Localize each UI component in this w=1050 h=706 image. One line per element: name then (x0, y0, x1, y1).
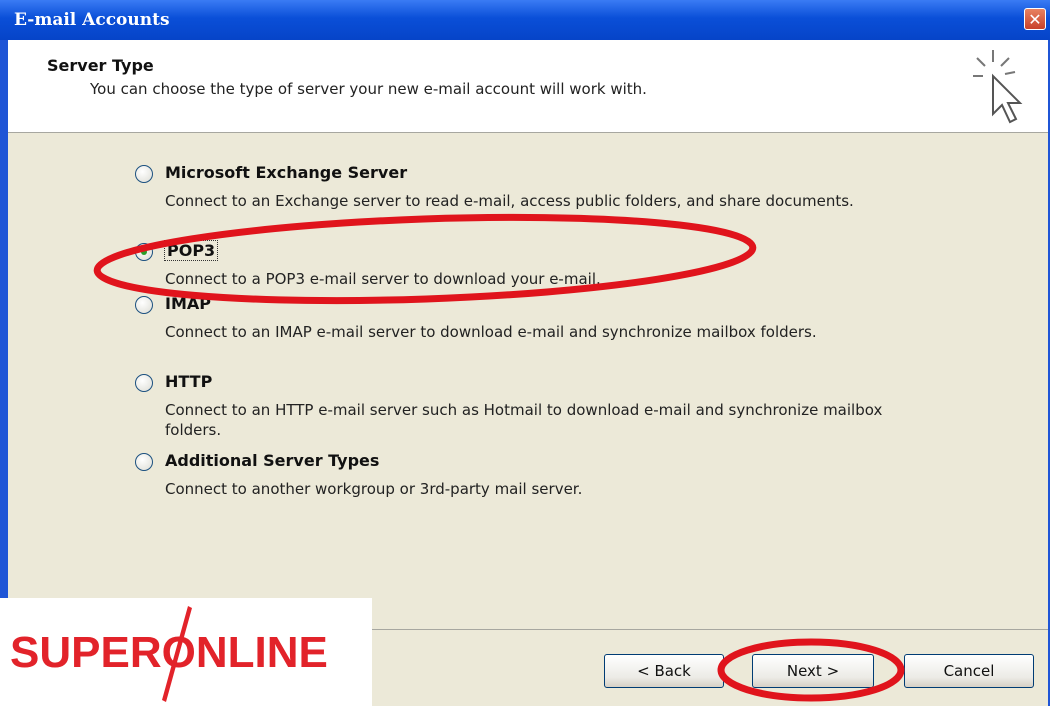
radio-exchange[interactable] (135, 165, 153, 183)
option-label-additional[interactable]: Additional Server Types (165, 451, 379, 470)
radio-pop3[interactable] (135, 243, 153, 261)
cancel-button[interactable]: Cancel (904, 654, 1034, 688)
option-desc-additional: Connect to another workgroup or 3rd-part… (165, 480, 583, 498)
radio-additional[interactable] (135, 453, 153, 471)
option-pop3[interactable]: POP3 Connect to a POP3 e-mail server to … (135, 240, 895, 293)
option-desc-imap: Connect to an IMAP e-mail server to down… (165, 323, 817, 341)
superonline-logo: SUPERONLINE (0, 598, 372, 706)
option-label-exchange[interactable]: Microsoft Exchange Server (165, 163, 407, 182)
option-desc-exchange: Connect to an Exchange server to read e-… (165, 192, 854, 210)
email-accounts-window: E-mail Accounts ✕ Server Type You can ch… (0, 0, 1050, 706)
radio-selected-dot (141, 249, 147, 255)
logo-slash-mark (162, 606, 192, 702)
option-http[interactable]: HTTP Connect to an HTTP e-mail server su… (135, 372, 895, 444)
option-label-pop3[interactable]: POP3 (163, 240, 219, 261)
page-title: Server Type (47, 56, 154, 75)
option-label-http[interactable]: HTTP (165, 372, 212, 391)
title-bar[interactable]: E-mail Accounts ✕ (0, 0, 1050, 40)
wizard-header: Server Type You can choose the type of s… (8, 40, 1048, 133)
window-title: E-mail Accounts (14, 10, 170, 30)
close-icon: ✕ (1028, 10, 1042, 29)
option-additional[interactable]: Additional Server Types Connect to anoth… (135, 451, 895, 503)
wizard-cursor-sparkle-icon (973, 50, 1023, 124)
back-button[interactable]: < Back (604, 654, 724, 688)
option-imap[interactable]: IMAP Connect to an IMAP e-mail server to… (135, 294, 895, 366)
close-button[interactable]: ✕ (1024, 8, 1046, 30)
page-subtitle: You can choose the type of server your n… (90, 80, 647, 98)
option-label-imap[interactable]: IMAP (165, 294, 211, 313)
radio-imap[interactable] (135, 296, 153, 314)
option-exchange[interactable]: Microsoft Exchange Server Connect to an … (135, 163, 895, 225)
option-desc-pop3: Connect to a POP3 e-mail server to downl… (165, 270, 601, 288)
next-button[interactable]: Next > (752, 654, 874, 688)
radio-http[interactable] (135, 374, 153, 392)
option-desc-http: Connect to an HTTP e-mail server such as… (165, 401, 883, 439)
